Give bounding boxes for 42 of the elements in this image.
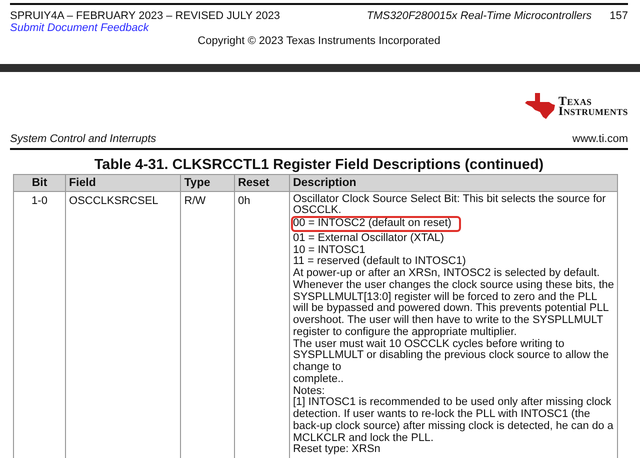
section-title: System Control and Interrupts <box>10 133 156 146</box>
description-line: change to <box>292 362 342 374</box>
description-line: 00 = INTOSC2 (default on reset) <box>292 218 460 230</box>
site-address: www.ti.com <box>572 133 628 146</box>
description-line: The user must wait 10 OSCCLK cycles before writing to <box>292 338 564 350</box>
description-line: At power-up or after an XRSn, INTOSC2 is selected by default. <box>292 268 600 280</box>
description-line: Notes: <box>292 386 325 397</box>
description-line: back-up clock source) after missing clock is detected, he can do a <box>292 420 614 432</box>
table-cell: OSCCLKSRCSEL <box>66 191 181 458</box>
description-line: will be bypassed and powered down. This prevents potential PLL <box>292 303 609 315</box>
column-header: Type <box>180 174 234 191</box>
description-line: OSCCLK. <box>292 205 342 217</box>
column-header: Bit <box>14 174 66 191</box>
description-line: Whenever the user changes the clock source using these bits, the <box>292 280 614 292</box>
logo-text: Instruments <box>558 106 628 116</box>
description-line: Reset type: XRSn <box>292 444 380 456</box>
description-line: 01 = External Oscillator (XTAL) <box>292 232 444 244</box>
document-id: SPRUIY4A – FEBRUARY 2023 – REVISED JULY 2023 <box>10 10 280 22</box>
logo-text: Texas <box>558 96 592 106</box>
table-cell: 0h <box>234 191 290 458</box>
table-title: Table 4-31. CLKSRCCTL1 Register Field Descriptions (continued) <box>94 156 544 172</box>
product-title: TMS320F280015x Real-Time Microcontrollers <box>366 10 592 24</box>
page-number: 157 <box>610 10 628 24</box>
description-line: overshoot. The user will then have to write to the SYSPLLMULT <box>292 315 604 327</box>
description-line: [1] INTOSC1 is recommended to be used only after missing clock <box>292 397 612 409</box>
description-line: Oscillator Clock Source Select Bit: This bit selects the source for <box>292 194 606 205</box>
table-cell: R/W <box>180 191 234 458</box>
description-line: complete.. <box>292 374 344 386</box>
logo-icon <box>525 93 556 119</box>
description-line: register to configure the appropriate multiplier. <box>292 326 517 338</box>
description-line: 10 = INTOSC1 <box>292 244 366 256</box>
copyright-text: Copyright © 2023 Texas Instruments Incorporated <box>198 35 440 47</box>
description-line: detection. If user wants to re-lock the PLL with INTOSC1 (the <box>292 409 590 421</box>
column-header: Reset <box>234 174 290 191</box>
description-line: MCLKCLR and lock the PLL. <box>292 432 434 444</box>
column-header: Field <box>66 174 181 191</box>
description-line: SYSPLLMULT[13:0] register will be forced to zero and the PLL <box>292 292 598 302</box>
table-cell: 1-0 <box>14 191 66 458</box>
description-line: 11 = reserved (default to INTOSC1) <box>292 256 466 268</box>
feedback-link[interactable]: Submit Document Feedback <box>10 22 280 34</box>
description-line: SYSPLLMULT or disabling the previous clock source to allow the <box>292 350 609 362</box>
column-header: Description <box>289 174 618 191</box>
